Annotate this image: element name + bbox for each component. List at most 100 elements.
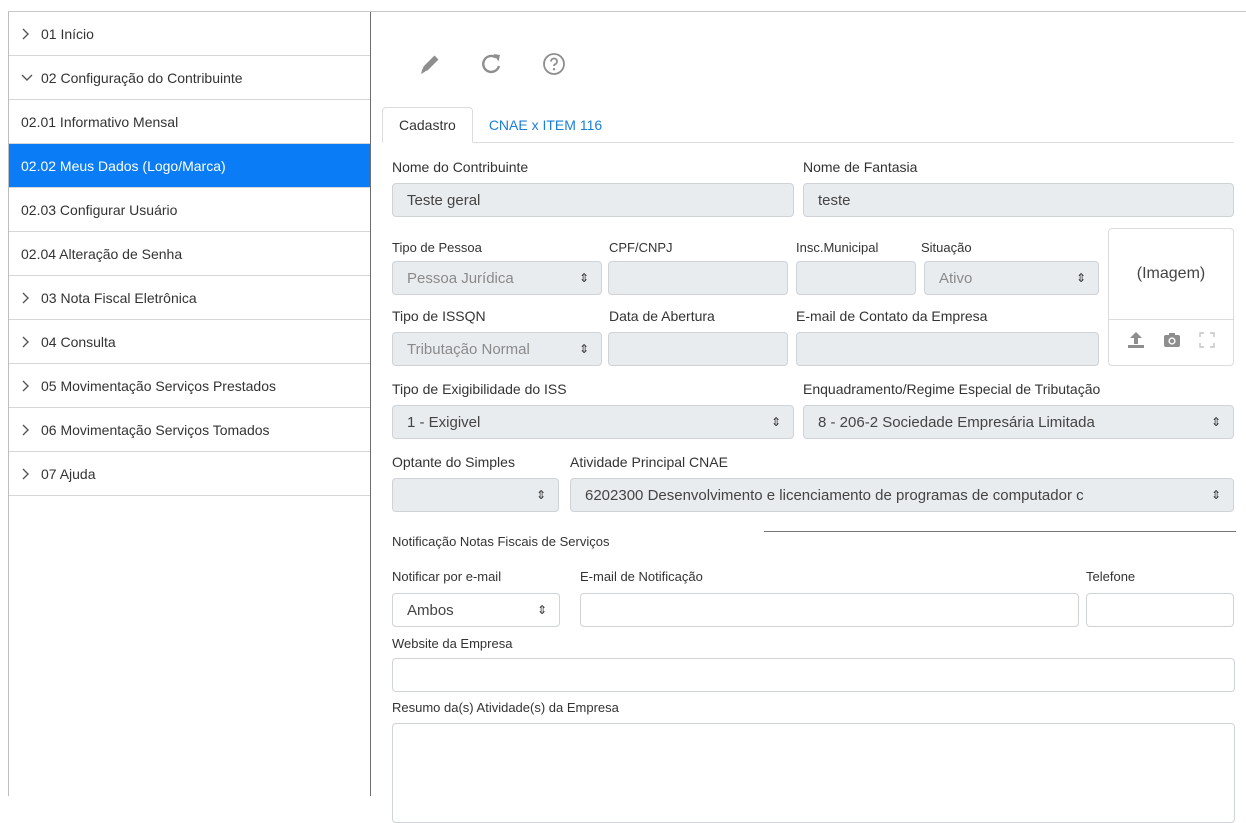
sidebar-item-label: 02 Configuração do Contribuinte [41, 69, 243, 86]
sidebar-item-informativo-mensal[interactable]: 02.01 Informativo Mensal [9, 100, 370, 144]
telefone-label: Telefone [1086, 569, 1136, 584]
refresh-icon [482, 54, 501, 74]
camera-icon [1164, 333, 1180, 347]
tipo-issqn-label: Tipo de ISSQN [392, 308, 486, 324]
sidebar-item-alteracao-senha[interactable]: 02.04 Alteração de Senha [9, 232, 370, 276]
notificar-email-label: Notificar por e-mail [392, 569, 502, 584]
tipo-issqn-value: Tributação Normal [407, 340, 530, 358]
exigibilidade-select[interactable]: 1 - Exigivel ⇕ [392, 405, 794, 439]
cpf-cnpj-label: CPF/CNPJ [609, 240, 673, 255]
sidebar-item-servicos-prestados[interactable]: 05 Movimentação Serviços Prestados [9, 364, 370, 408]
situacao-value: Ativo [939, 269, 973, 287]
tipo-pessoa-label: Tipo de Pessoa [392, 240, 482, 255]
sidebar-item-ajuda[interactable]: 07 Ajuda [9, 452, 370, 496]
tipo-issqn-select[interactable]: Tributação Normal ⇕ [392, 332, 602, 366]
section-divider [764, 531, 1236, 532]
edit-button[interactable] [416, 50, 444, 78]
email-contato-label: E-mail de Contato da Empresa [796, 308, 988, 324]
enquadramento-select[interactable]: 8 - 206-2 Sociedade Empresária Limitada … [803, 405, 1234, 439]
situacao-label: Situação [921, 240, 972, 255]
notificacao-section-title: Notificação Notas Fiscais de Serviços [392, 534, 610, 549]
pencil-icon [421, 55, 439, 74]
notificar-email-select[interactable]: Ambos ⇕ [392, 593, 560, 627]
email-notificacao-label: E-mail de Notificação [580, 569, 703, 584]
select-arrows-icon: ⇕ [578, 271, 589, 285]
exigibilidade-label: Tipo de Exigibilidade do ISS [392, 381, 567, 397]
expand-button[interactable] [1198, 331, 1216, 354]
sidebar-item-consulta[interactable]: 04 Consulta [9, 320, 370, 364]
enquadramento-label: Enquadramento/Regime Especial de Tributa… [803, 381, 1101, 397]
nome-contribuinte-value: Teste geral [407, 191, 481, 209]
insc-municipal-field[interactable] [796, 261, 916, 295]
sidebar-item-label: 05 Movimentação Serviços Prestados [41, 377, 276, 394]
select-arrows-icon: ⇕ [535, 488, 546, 502]
email-notificacao-input[interactable] [580, 593, 1079, 627]
nome-contribuinte-label: Nome do Contribuinte [392, 159, 529, 175]
help-button[interactable] [540, 50, 568, 78]
tab-bar: Cadastro CNAE x ITEM 116 [382, 107, 1234, 143]
optante-simples-label: Optante do Simples [392, 454, 515, 470]
tipo-pessoa-value: Pessoa Jurídica [407, 269, 514, 287]
sidebar-item-label: 02.03 Configurar Usuário [21, 201, 178, 218]
camera-button[interactable] [1162, 330, 1182, 355]
telefone-input[interactable] [1086, 593, 1234, 627]
sidebar-item-label: 01 Início [41, 25, 94, 42]
insc-municipal-label: Insc.Municipal [796, 240, 879, 255]
upload-icon [1128, 332, 1144, 348]
chevron-down-icon [21, 73, 41, 83]
exigibilidade-value: 1 - Exigivel [407, 413, 481, 431]
main-content: Cadastro CNAE x ITEM 116 Nome do Contrib… [372, 12, 1246, 823]
website-input[interactable] [392, 658, 1235, 692]
upload-button[interactable] [1126, 330, 1146, 355]
nome-fantasia-field[interactable]: teste [803, 183, 1234, 217]
logo-image-box: (Imagem) [1108, 228, 1234, 366]
select-arrows-icon: ⇕ [1210, 415, 1221, 429]
tab-cnae-item-116[interactable]: CNAE x ITEM 116 [473, 107, 618, 143]
sidebar-item-servicos-tomados[interactable]: 06 Movimentação Serviços Tomados [9, 408, 370, 452]
expand-icon [1199, 332, 1215, 348]
toolbar [416, 50, 568, 78]
select-arrows-icon: ⇕ [578, 342, 589, 356]
atividade-cnae-value: 6202300 Desenvolvimento e licenciamento … [585, 486, 1084, 504]
sidebar-item-label: 02.04 Alteração de Senha [21, 245, 183, 262]
sidebar-item-configurar-usuario[interactable]: 02.03 Configurar Usuário [9, 188, 370, 232]
optante-simples-select[interactable]: ⇕ [392, 478, 559, 512]
select-arrows-icon: ⇕ [770, 415, 781, 429]
tipo-pessoa-select[interactable]: Pessoa Jurídica ⇕ [392, 261, 602, 295]
sidebar-item-inicio[interactable]: 01 Início [9, 12, 370, 56]
help-icon [543, 53, 565, 75]
chevron-right-icon [21, 336, 41, 348]
sidebar-item-label: 07 Ajuda [41, 465, 96, 482]
chevron-right-icon [21, 468, 41, 480]
cpf-cnpj-field[interactable] [608, 261, 788, 295]
sidebar-item-label: 06 Movimentação Serviços Tomados [41, 421, 270, 438]
sidebar-item-configuracao-contribuinte[interactable]: 02 Configuração do Contribuinte [9, 56, 370, 100]
resumo-label: Resumo da(s) Atividade(s) da Empresa [392, 700, 619, 715]
image-actions [1109, 319, 1233, 365]
sidebar-item-label: 02.02 Meus Dados (Logo/Marca) [21, 157, 226, 174]
situacao-select[interactable]: Ativo ⇕ [924, 261, 1099, 295]
sidebar-item-label: 04 Consulta [41, 333, 116, 350]
notificar-email-value: Ambos [407, 601, 454, 619]
refresh-button[interactable] [478, 50, 506, 78]
tab-cadastro[interactable]: Cadastro [382, 107, 473, 143]
email-contato-field[interactable] [796, 332, 1099, 366]
nome-contribuinte-field[interactable]: Teste geral [392, 183, 794, 217]
nome-fantasia-value: teste [818, 191, 851, 209]
sidebar-item-meus-dados[interactable]: 02.02 Meus Dados (Logo/Marca) [9, 144, 370, 188]
chevron-right-icon [21, 424, 41, 436]
atividade-cnae-select[interactable]: 6202300 Desenvolvimento e licenciamento … [570, 478, 1234, 512]
sidebar-item-nota-fiscal[interactable]: 03 Nota Fiscal Eletrônica [9, 276, 370, 320]
image-placeholder-label: (Imagem) [1136, 265, 1206, 282]
chevron-right-icon [21, 380, 41, 392]
resumo-textarea[interactable] [392, 723, 1235, 823]
enquadramento-value: 8 - 206-2 Sociedade Empresária Limitada [818, 413, 1095, 431]
sidebar-item-label: 02.01 Informativo Mensal [21, 113, 179, 130]
website-label: Website da Empresa [392, 636, 513, 651]
data-abertura-field[interactable] [608, 332, 788, 366]
data-abertura-label: Data de Abertura [609, 308, 715, 324]
select-arrows-icon: ⇕ [1075, 271, 1086, 285]
chevron-right-icon [21, 28, 41, 40]
nome-fantasia-label: Nome de Fantasia [803, 159, 918, 175]
atividade-cnae-label: Atividade Principal CNAE [570, 454, 728, 470]
